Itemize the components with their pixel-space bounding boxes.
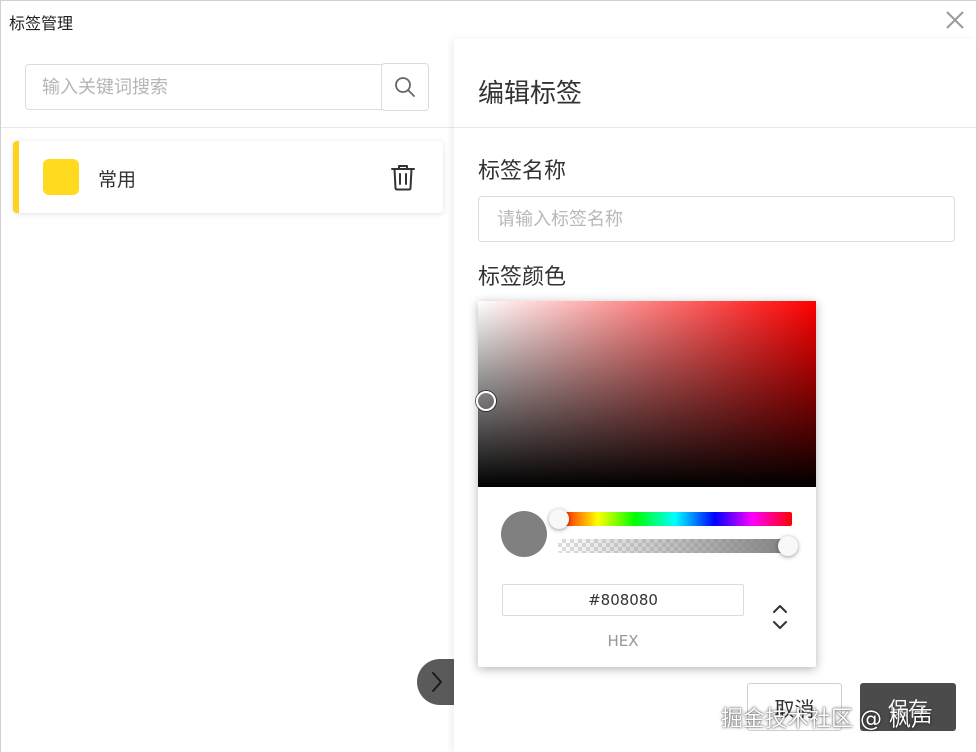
close-icon <box>946 11 964 29</box>
color-mode-toggle[interactable] <box>768 601 792 633</box>
edit-title: 编辑标签 <box>478 79 583 109</box>
search-input[interactable] <box>25 64 382 110</box>
alpha-slider-thumb[interactable] <box>778 536 798 556</box>
saturation-pointer[interactable] <box>476 391 496 411</box>
close-button[interactable] <box>942 7 968 33</box>
tag-name-input[interactable] <box>478 196 955 242</box>
tag-name-label: 标签名称 <box>478 159 567 184</box>
saturation-value-area[interactable] <box>476 301 816 487</box>
search-icon <box>395 77 415 97</box>
collapse-panel-button[interactable] <box>417 659 457 705</box>
trash-icon <box>391 165 415 191</box>
divider <box>1 127 454 128</box>
tag-list-pane: 常用 <box>1 39 454 752</box>
divider <box>454 127 976 128</box>
color-preview-swatch <box>501 511 547 557</box>
chevron-up-down-icon <box>773 605 787 629</box>
tag-manager-window: 标签管理 常用 <box>0 0 977 752</box>
hex-input[interactable] <box>502 584 744 616</box>
search-button[interactable] <box>381 63 429 111</box>
chevron-right-icon <box>432 672 442 692</box>
watermark: 掘金技术社区 @ 枫声 <box>721 707 933 732</box>
search-bar <box>25 63 429 111</box>
tag-list-item[interactable]: 常用 <box>13 141 443 213</box>
tag-color-label: 标签颜色 <box>478 265 567 290</box>
hue-slider-thumb[interactable] <box>549 509 569 529</box>
color-picker-panel: HEX <box>476 301 816 667</box>
title-bar: 标签管理 <box>1 1 976 39</box>
window-title: 标签管理 <box>9 14 74 33</box>
color-mode-label: HEX <box>607 632 639 650</box>
tag-color-swatch <box>43 159 79 195</box>
hue-slider[interactable] <box>558 512 792 526</box>
tag-label: 常用 <box>98 169 137 191</box>
alpha-slider[interactable] <box>558 539 792 553</box>
delete-tag-button[interactable] <box>389 162 417 192</box>
